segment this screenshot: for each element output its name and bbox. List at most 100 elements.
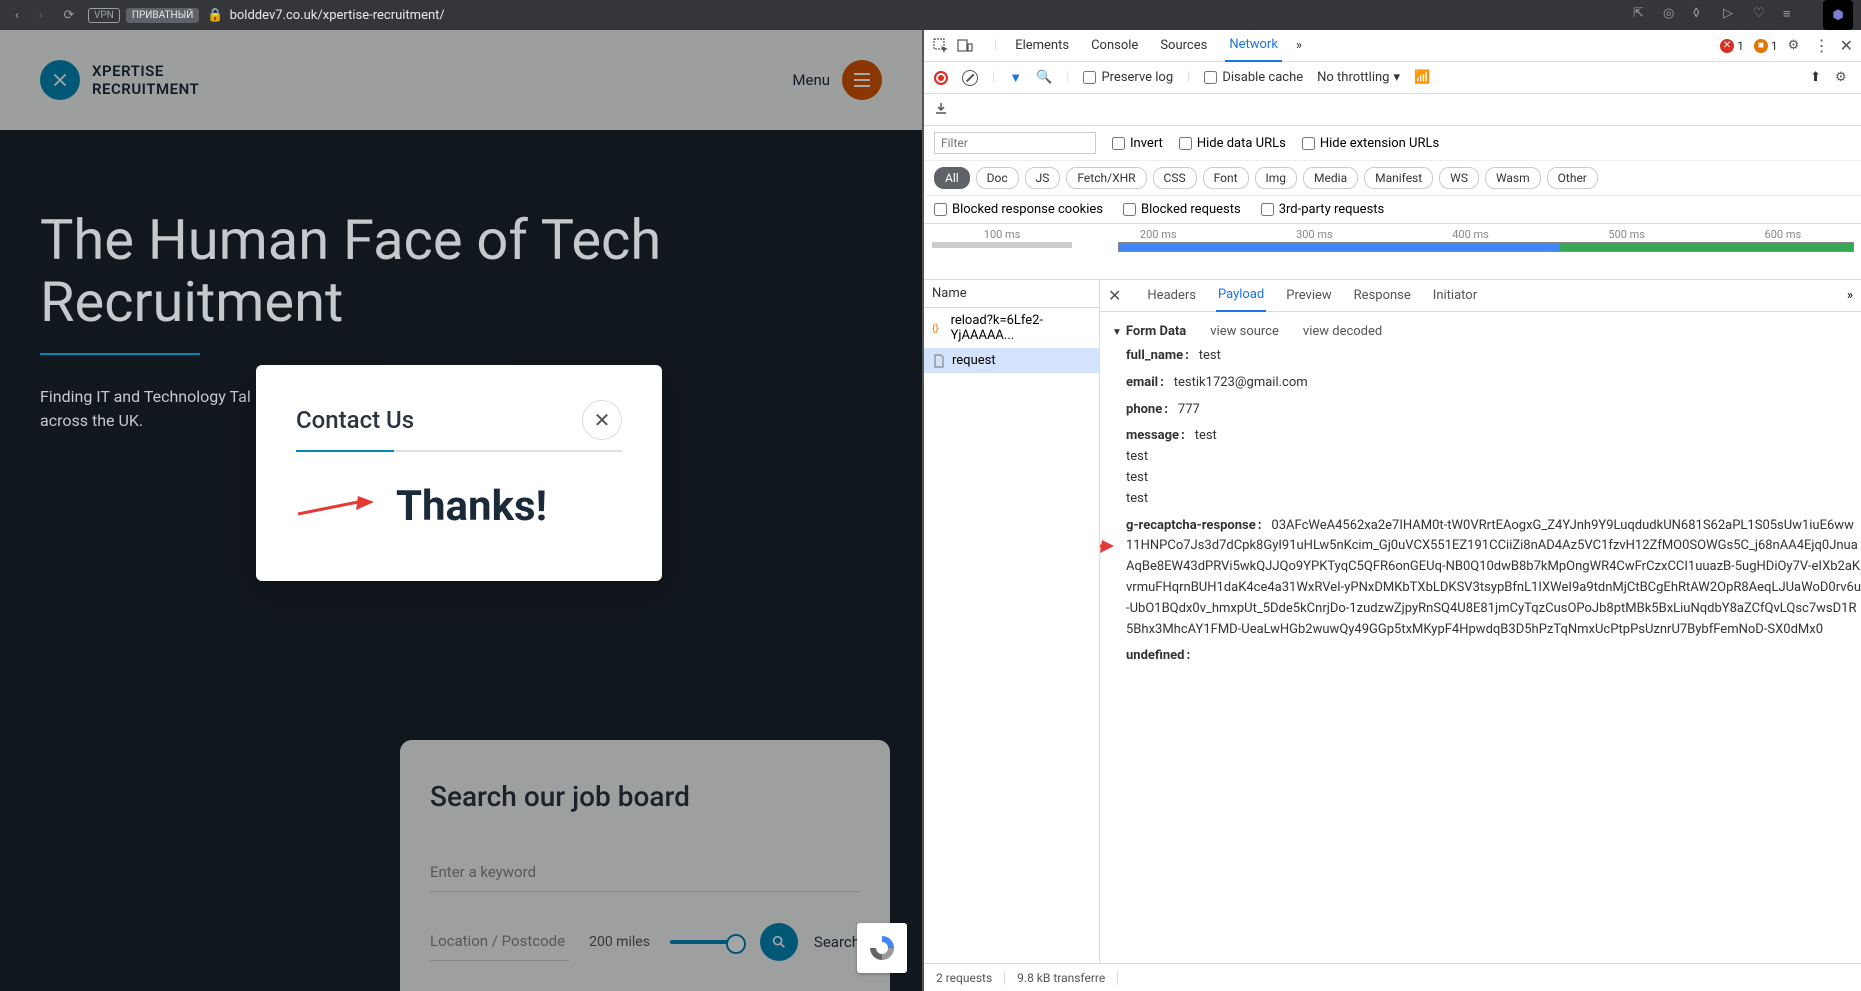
tabs-overflow-icon[interactable]: »	[1296, 38, 1302, 53]
type-filter-img[interactable]: Img	[1255, 167, 1298, 189]
type-filter-manifest[interactable]: Manifest	[1364, 167, 1433, 189]
menu-icon[interactable]: ≡	[1783, 6, 1801, 24]
error-count-badge[interactable]: ✕1	[1720, 39, 1744, 53]
devtools-menu-icon[interactable]: ⋮	[1814, 36, 1830, 55]
preserve-log-checkbox[interactable]: Preserve log	[1083, 70, 1173, 85]
nav-back-button[interactable]: ‹	[8, 6, 26, 24]
keyword-input[interactable]: Enter a keyword	[430, 853, 860, 892]
status-transferred: 9.8 kB transferre	[1005, 971, 1118, 985]
network-toolbar: | ▼ 🔍 | Preserve log | Disable cache No …	[924, 62, 1861, 94]
disable-cache-checkbox[interactable]: Disable cache	[1204, 70, 1303, 85]
camera-icon[interactable]: ◎	[1663, 6, 1681, 24]
blocked-cookies-checkbox[interactable]: Blocked response cookies	[934, 202, 1103, 217]
device-toggle-icon[interactable]	[956, 37, 974, 55]
timeline-tick: 300 ms	[1296, 228, 1333, 241]
vpn-badge[interactable]: VPN	[88, 8, 120, 23]
type-filter-css[interactable]: CSS	[1153, 167, 1197, 189]
site-logo[interactable]: XPERTISE RECRUITMENT	[40, 60, 199, 100]
type-filter-ws[interactable]: WS	[1439, 167, 1479, 189]
website-viewport: XPERTISE RECRUITMENT Menu The Human Face…	[0, 30, 922, 991]
svg-text:{}: {}	[932, 324, 939, 335]
request-name: reload?k=6Lfe2-YjAAAAA...	[951, 313, 1091, 343]
type-filter-wasm[interactable]: Wasm	[1485, 167, 1541, 189]
network-conditions-icon[interactable]: 📶	[1414, 70, 1430, 85]
request-row[interactable]: {} reload?k=6Lfe2-YjAAAAA...	[924, 308, 1099, 348]
search-icon-button[interactable]	[760, 923, 798, 961]
location-input[interactable]: Location / Postcode	[430, 922, 569, 961]
type-filter-doc[interactable]: Doc	[976, 167, 1019, 189]
form-data-field: phone: 777	[1112, 397, 1861, 424]
devtools-close-button[interactable]: ✕	[1840, 36, 1853, 55]
annotation-arrow-icon	[1100, 537, 1114, 557]
recaptcha-badge[interactable]	[857, 923, 907, 973]
throttling-select[interactable]: No throttling▾	[1317, 70, 1400, 85]
network-settings-icon[interactable]: ⚙	[1835, 70, 1851, 86]
detail-tab-preview[interactable]: Preview	[1284, 280, 1333, 311]
request-list-header[interactable]: Name	[924, 280, 1099, 308]
detail-tab-payload[interactable]: Payload	[1216, 279, 1266, 312]
contact-modal: Contact Us ✕ Thanks!	[256, 365, 662, 581]
profile-button[interactable]: ⬢	[1823, 0, 1853, 30]
clear-button[interactable]	[962, 70, 978, 86]
form-data-field: g-recaptcha-response: 03AFcWeA4562xa2e7I…	[1112, 513, 1861, 644]
record-button[interactable]	[934, 71, 948, 85]
type-filter-media[interactable]: Media	[1303, 167, 1358, 189]
play-icon[interactable]: ▷	[1723, 6, 1741, 24]
url-text[interactable]: bolddev7.co.uk/xpertise-recruitment/	[230, 8, 1633, 23]
network-timeline[interactable]: 100 ms200 ms300 ms400 ms500 ms600 ms	[924, 224, 1861, 280]
annotation-arrow-icon	[296, 492, 376, 522]
type-filter-js[interactable]: JS	[1025, 167, 1061, 189]
miles-label: 200 miles	[589, 934, 650, 950]
tab-elements[interactable]: Elements	[1011, 30, 1073, 61]
resource-type-filters: All Doc JSFetch/XHR CSS Font ImgMedia Manifest…	[924, 161, 1861, 196]
nav-forward-button[interactable]: ›	[32, 6, 50, 24]
heart-icon[interactable]: ♡	[1753, 6, 1771, 24]
detail-close-button[interactable]: ✕	[1108, 286, 1121, 305]
issue-count-badge[interactable]: ■1	[1754, 39, 1778, 53]
search-card-title: Search our job board	[430, 780, 860, 813]
radius-slider[interactable]	[670, 940, 740, 944]
tab-console[interactable]: Console	[1087, 30, 1142, 61]
shield-icon[interactable]: ◊	[1693, 6, 1711, 24]
hide-data-urls-checkbox[interactable]: Hide data URLs	[1179, 136, 1286, 151]
type-filter-other[interactable]: Other	[1547, 167, 1598, 189]
type-filter-font[interactable]: Font	[1203, 167, 1249, 189]
type-filter-fetchxhr[interactable]: Fetch/XHR	[1066, 167, 1146, 189]
invert-checkbox[interactable]: Invert	[1112, 136, 1163, 151]
share-icon[interactable]: ⇱	[1633, 6, 1651, 24]
blocked-requests-checkbox[interactable]: Blocked requests	[1123, 202, 1241, 217]
view-decoded-link[interactable]: view decoded	[1303, 324, 1382, 339]
devtools-panel: | Elements Console Sources Network » ✕1 …	[922, 30, 1861, 991]
filter-input[interactable]	[934, 132, 1096, 154]
third-party-checkbox[interactable]: 3rd-party requests	[1261, 202, 1385, 217]
request-row[interactable]: request	[924, 348, 1099, 373]
view-source-link[interactable]: view source	[1210, 324, 1279, 339]
detail-tabs-overflow-icon[interactable]: »	[1847, 288, 1853, 303]
type-filter-all[interactable]: All	[934, 167, 970, 189]
settings-gear-icon[interactable]: ⚙	[1788, 38, 1804, 54]
timeline-tick: 200 ms	[1140, 228, 1177, 241]
filter-toggle-icon[interactable]: ▼	[1009, 70, 1022, 86]
timeline-tick: 400 ms	[1452, 228, 1489, 241]
form-data-heading[interactable]: Form Data	[1112, 324, 1186, 339]
detail-tab-headers[interactable]: Headers	[1145, 280, 1198, 311]
request-name: request	[952, 353, 996, 368]
tab-network[interactable]: Network	[1225, 29, 1282, 62]
download-har-button[interactable]	[924, 94, 1861, 126]
upload-har-icon[interactable]: ⬆	[1810, 70, 1821, 86]
hide-extension-urls-checkbox[interactable]: Hide extension URLs	[1302, 136, 1439, 151]
devtools-tabbar: | Elements Console Sources Network » ✕1 …	[924, 30, 1861, 62]
search-button-text[interactable]: Search	[814, 933, 860, 951]
search-icon[interactable]: 🔍	[1036, 70, 1052, 85]
menu-button[interactable]	[842, 60, 882, 100]
job-search-card: Search our job board Enter a keyword Loc…	[400, 740, 890, 991]
timeline-tick: 500 ms	[1608, 228, 1645, 241]
site-header: XPERTISE RECRUITMENT Menu	[0, 30, 922, 130]
tab-sources[interactable]: Sources	[1156, 30, 1211, 61]
detail-tab-initiator[interactable]: Initiator	[1431, 280, 1479, 311]
modal-close-button[interactable]: ✕	[582, 400, 622, 440]
reload-button[interactable]: ⟳	[60, 6, 78, 24]
menu-label: Menu	[792, 71, 830, 89]
inspect-element-icon[interactable]	[932, 37, 950, 55]
detail-tab-response[interactable]: Response	[1352, 280, 1413, 311]
